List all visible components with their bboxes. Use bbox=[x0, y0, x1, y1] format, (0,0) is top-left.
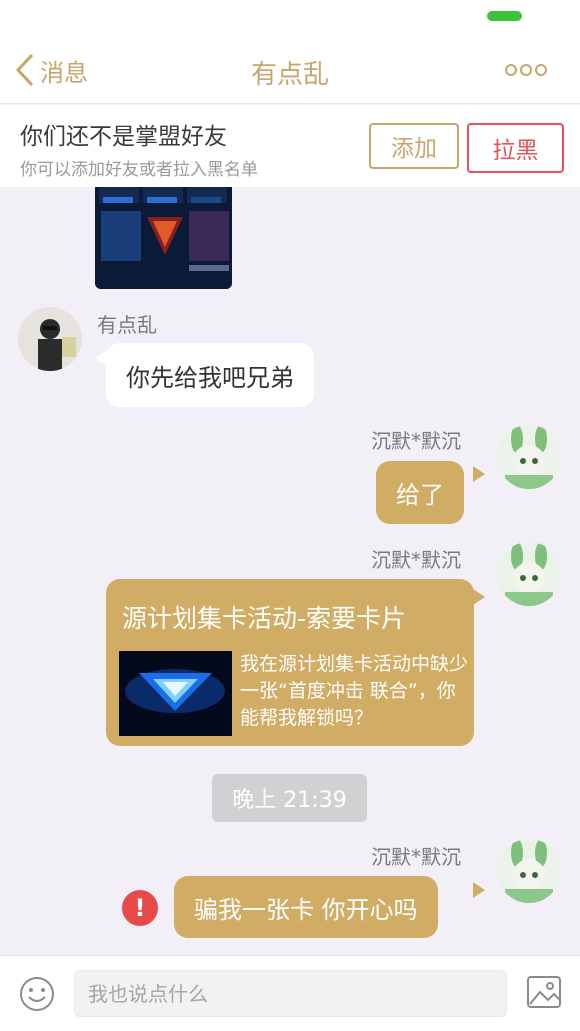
avatar[interactable] bbox=[18, 307, 82, 371]
friend-bar-subtitle: 你可以添加好友或者拉入黑名单 bbox=[20, 160, 258, 180]
more-options-icon[interactable] bbox=[502, 60, 550, 80]
sender-name: 有点乱 bbox=[97, 313, 157, 337]
block-button[interactable]: 拉黑 bbox=[467, 123, 564, 173]
message-bubble-incoming[interactable]: 你先给我吧兄弟 bbox=[106, 343, 314, 407]
card-request-message[interactable]: 源计划集卡活动-索要卡片 我在源计划集卡活动中缺少一张“首度冲击 联合”，你能帮… bbox=[106, 579, 474, 746]
sender-name: 沉默*默沉 bbox=[371, 845, 461, 869]
send-failed-icon[interactable]: ! bbox=[122, 890, 158, 926]
battery-icon bbox=[487, 11, 522, 21]
sender-name: 沉默*默沉 bbox=[371, 548, 461, 572]
bubble-tail bbox=[473, 589, 485, 605]
sender-name: 沉默*默沉 bbox=[371, 429, 461, 453]
image-icon[interactable] bbox=[526, 974, 562, 1010]
avatar[interactable] bbox=[497, 839, 561, 903]
nav-bar: 消息 有点乱 bbox=[0, 36, 580, 104]
message-bubble-outgoing[interactable]: 给了 bbox=[376, 461, 464, 524]
card-thumbnail bbox=[119, 651, 232, 736]
message-bubble-outgoing[interactable]: 骗我一张卡 你开心吗 bbox=[174, 876, 438, 938]
friend-request-bar: 你们还不是掌盟好友 你可以添加好友或者拉入黑名单 添加 拉黑 bbox=[0, 105, 580, 187]
input-bar bbox=[0, 955, 580, 1031]
chat-area[interactable]: 有点乱 你先给我吧兄弟 沉默*默沉 给了 沉默*默沉 源计划集卡活动-索要卡片 bbox=[0, 187, 580, 955]
previous-image-message[interactable] bbox=[95, 187, 232, 289]
card-title: 源计划集卡活动-索要卡片 bbox=[122, 604, 407, 633]
bubble-tail bbox=[473, 882, 485, 898]
status-bar bbox=[0, 0, 580, 36]
page-title: 有点乱 bbox=[250, 60, 329, 90]
avatar[interactable] bbox=[497, 542, 561, 606]
timestamp-label: 晚上 21:39 bbox=[212, 774, 367, 822]
bubble-tail bbox=[473, 466, 485, 482]
card-description: 我在源计划集卡活动中缺少一张“首度冲击 联合”，你能帮我解锁吗？ bbox=[240, 653, 469, 729]
friend-bar-title: 你们还不是掌盟好友 bbox=[20, 124, 227, 150]
message-input[interactable] bbox=[74, 970, 507, 1017]
add-friend-button[interactable]: 添加 bbox=[369, 123, 459, 169]
emoji-icon[interactable] bbox=[19, 976, 55, 1012]
avatar[interactable] bbox=[497, 425, 561, 489]
